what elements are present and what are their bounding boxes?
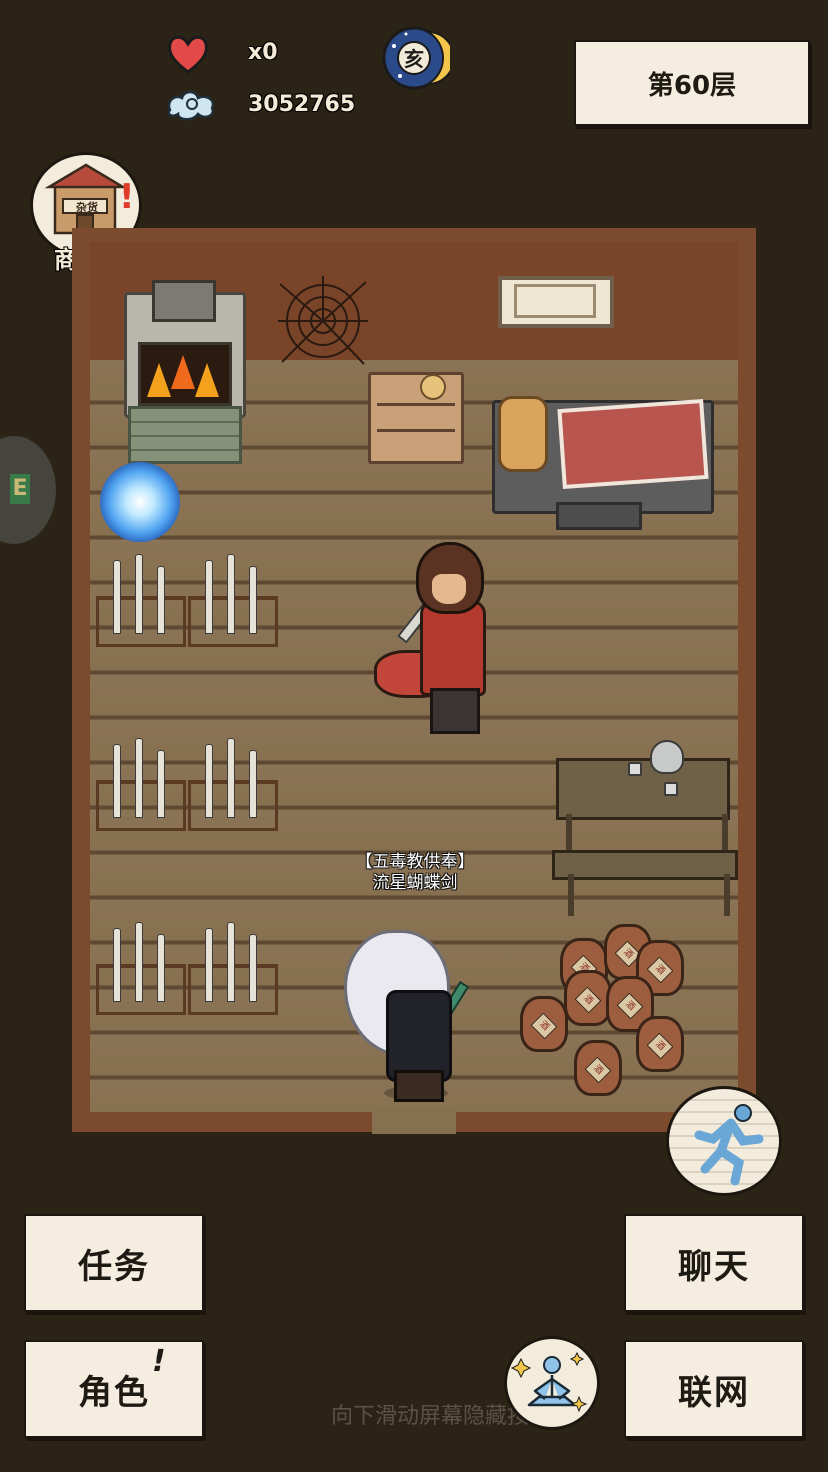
weapon-rack[interactable] [188, 554, 278, 647]
run-button[interactable] [666, 1086, 782, 1196]
cloud-swirl-icon [164, 84, 220, 124]
weapon-rack[interactable] [96, 922, 186, 1015]
character-label: 角色 [78, 1372, 150, 1413]
running-figure-icon [694, 1104, 764, 1186]
meditate-button[interactable] [504, 1336, 600, 1430]
tasks-button[interactable]: 任务 [24, 1214, 204, 1312]
jar-label: 酒 [616, 992, 644, 1020]
teapot-icon[interactable] [650, 740, 684, 774]
currency-value: 3052765 [248, 92, 356, 117]
network-button[interactable]: 联网 [624, 1340, 804, 1438]
room-doorway[interactable] [372, 1108, 456, 1134]
hero-legs [394, 1070, 444, 1102]
drawer-cabinet[interactable] [368, 372, 464, 464]
wine-jar[interactable]: 酒 [574, 1040, 622, 1096]
npc-face [432, 574, 466, 604]
npc-nameplate: 【五毒教供奉】 流星蝴蝶剑 [300, 852, 530, 894]
side-tab-icon: E [10, 474, 30, 504]
weapon-rack[interactable] [188, 922, 278, 1015]
npc-title: 【五毒教供奉】 [355, 852, 475, 872]
fire-icon [138, 342, 232, 406]
jar-label: 酒 [530, 1012, 558, 1040]
meditating-figure-icon [510, 1351, 588, 1413]
bench-legs [568, 874, 730, 916]
tea-table[interactable] [556, 758, 730, 820]
zodiac-glyph: 亥 [404, 47, 424, 71]
wine-jar[interactable]: 酒 [636, 1016, 684, 1072]
gourd-icon[interactable] [420, 374, 446, 400]
shop-alert-icon: ! [119, 177, 135, 217]
cup-icon [664, 782, 678, 796]
furnace-base [128, 406, 242, 464]
wine-jar[interactable]: 酒 [520, 996, 568, 1052]
jar-label: 酒 [646, 956, 674, 984]
shop-sign-text: 杂货 [76, 201, 98, 214]
cup-icon [628, 762, 642, 776]
window-pane [514, 284, 596, 318]
npc-character[interactable] [420, 600, 486, 696]
bed-step [556, 502, 642, 530]
character-alert-icon: ! [152, 1344, 168, 1379]
portal-icon[interactable] [100, 462, 180, 542]
floor-indicator: 第60层 [574, 40, 810, 126]
lives-icon [166, 32, 210, 76]
lives-count: x0 [248, 40, 278, 65]
table-legs [566, 814, 728, 854]
moon-zodiac-icon[interactable]: 亥 [380, 24, 455, 92]
npc-legs [430, 688, 480, 734]
bed-pillow [498, 396, 548, 472]
wine-jar[interactable]: 酒 [564, 970, 612, 1026]
side-tab-button[interactable]: E [0, 436, 56, 544]
jar-label: 酒 [584, 1056, 612, 1084]
weapon-rack[interactable] [96, 738, 186, 831]
chat-button[interactable]: 聊天 [624, 1214, 804, 1312]
weapon-rack[interactable] [188, 738, 278, 831]
spider-web-icon [276, 274, 370, 368]
player-character[interactable] [386, 990, 452, 1082]
bed-blanket [557, 399, 709, 489]
jar-label: 酒 [646, 1032, 674, 1060]
npc-name: 流星蝴蝶剑 [372, 873, 458, 893]
weapon-rack[interactable] [96, 554, 186, 647]
character-button[interactable]: 角色 ! [24, 1340, 204, 1438]
jar-label: 酒 [574, 986, 602, 1014]
furnace-chimney [152, 280, 216, 322]
